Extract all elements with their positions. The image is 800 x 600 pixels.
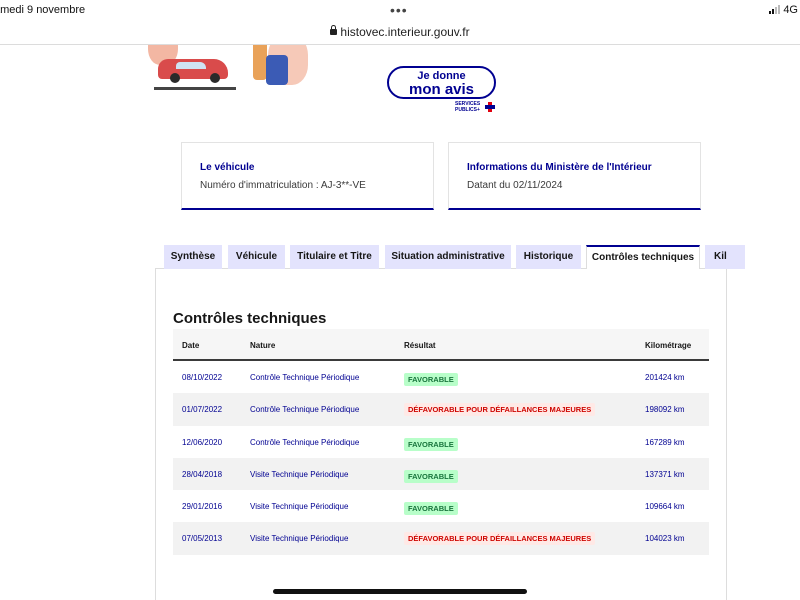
status-date: amedi 9 novembre [0,4,86,16]
vehicle-card: Le véhicule Numéro d'immatriculation : A… [181,142,434,210]
lock-icon [330,25,338,35]
table-row: 28/04/2018 Visite Technique Périodique F… [173,457,709,491]
row-nature: Contrôle Technique Périodique [250,405,360,415]
address-bar[interactable]: histovec.interieur.gouv.fr [0,20,800,45]
controls-table: Date Nature Résultat Kilométrage 08/10/2… [173,329,709,555]
table-row: 29/01/2016 Visite Technique Périodique F… [173,490,709,522]
col-result: Résultat [404,341,436,350]
row-nature: Visite Technique Périodique [250,534,349,544]
ministry-card-title: Informations du Ministère de l'Intérieur [467,162,652,173]
table-row: 12/06/2020 Contrôle Technique Périodique… [173,426,709,458]
table-header: Date Nature Résultat Kilométrage [173,329,709,361]
tab-historique[interactable]: Historique [516,245,581,269]
row-date: 28/04/2018 [182,469,223,479]
row-nature: Visite Technique Périodique [250,469,349,479]
row-nature: Visite Technique Périodique [250,502,349,512]
tab-list: Synthèse Véhicule Titulaire et Titre Sit… [164,245,800,269]
status-badge: DÉFAVORABLE POUR DÉFAILLANCES MAJEURES [404,403,596,417]
row-nature: Contrôle Technique Périodique [250,437,360,447]
row-mileage: 137371 km [645,469,685,479]
status-badge: FAVORABLE [404,437,458,451]
signal-icon [769,5,780,14]
vehicle-card-text: Numéro d'immatriculation : AJ-3**-VE [200,180,366,191]
section-title: Contrôles techniques [173,310,327,327]
row-mileage: 109664 km [645,502,685,512]
hero-illustration [148,45,308,93]
table-row: 07/05/2013 Visite Technique Périodique D… [173,522,709,555]
row-mileage: 104023 km [645,534,685,544]
url-text[interactable]: histovec.interieur.gouv.fr [340,25,469,39]
row-date: 07/05/2013 [182,534,223,544]
more-dots-icon[interactable]: ••• [390,2,408,18]
network-type: 4G [783,4,798,16]
col-date: Date [182,341,200,350]
row-date: 29/01/2016 [182,502,223,512]
row-date: 08/10/2022 [182,373,223,382]
tab-situation-administrative[interactable]: Situation administrative [385,245,511,269]
tab-titulaire[interactable]: Titulaire et Titre [290,245,379,269]
status-badge: DÉFAVORABLE POUR DÉFAILLANCES MAJEURES [404,532,596,546]
status-bar: amedi 9 novembre ••• 4G [0,0,800,20]
services-line2: PUBLICS+ [455,107,480,113]
feedback-line2: mon avis [408,81,475,98]
row-date: 01/07/2022 [182,405,223,415]
plus-icon [485,102,495,112]
tab-synthese[interactable]: Synthèse [164,245,222,269]
tab-vehicule[interactable]: Véhicule [228,245,285,269]
tab-controles-techniques[interactable]: Contrôles techniques [586,245,700,269]
vehicle-card-title: Le véhicule [200,162,255,173]
row-mileage: 198092 km [645,405,685,415]
row-mileage: 201424 km [645,373,685,382]
table-row: 08/10/2022 Contrôle Technique Périodique… [173,361,709,393]
ministry-card: Informations du Ministère de l'Intérieur… [448,142,701,210]
home-indicator[interactable] [273,589,527,594]
row-date: 12/06/2020 [182,437,223,447]
col-nature: Nature [250,341,276,350]
tab-kilometrage[interactable]: Kil [705,245,745,269]
row-nature: Contrôle Technique Périodique [250,373,360,382]
row-mileage: 167289 km [645,437,685,447]
ministry-card-text: Datant du 02/11/2024 [467,180,563,191]
status-badge: FAVORABLE [404,373,458,386]
status-badge: FAVORABLE [404,502,458,516]
table-row: 01/07/2022 Contrôle Technique Périodique… [173,393,709,426]
feedback-button[interactable]: Je donne mon avis [387,66,496,99]
col-mileage: Kilométrage [645,341,692,350]
services-publics-logo: SERVICES PUBLICS+ [455,101,495,113]
status-badge: FAVORABLE [404,469,458,483]
